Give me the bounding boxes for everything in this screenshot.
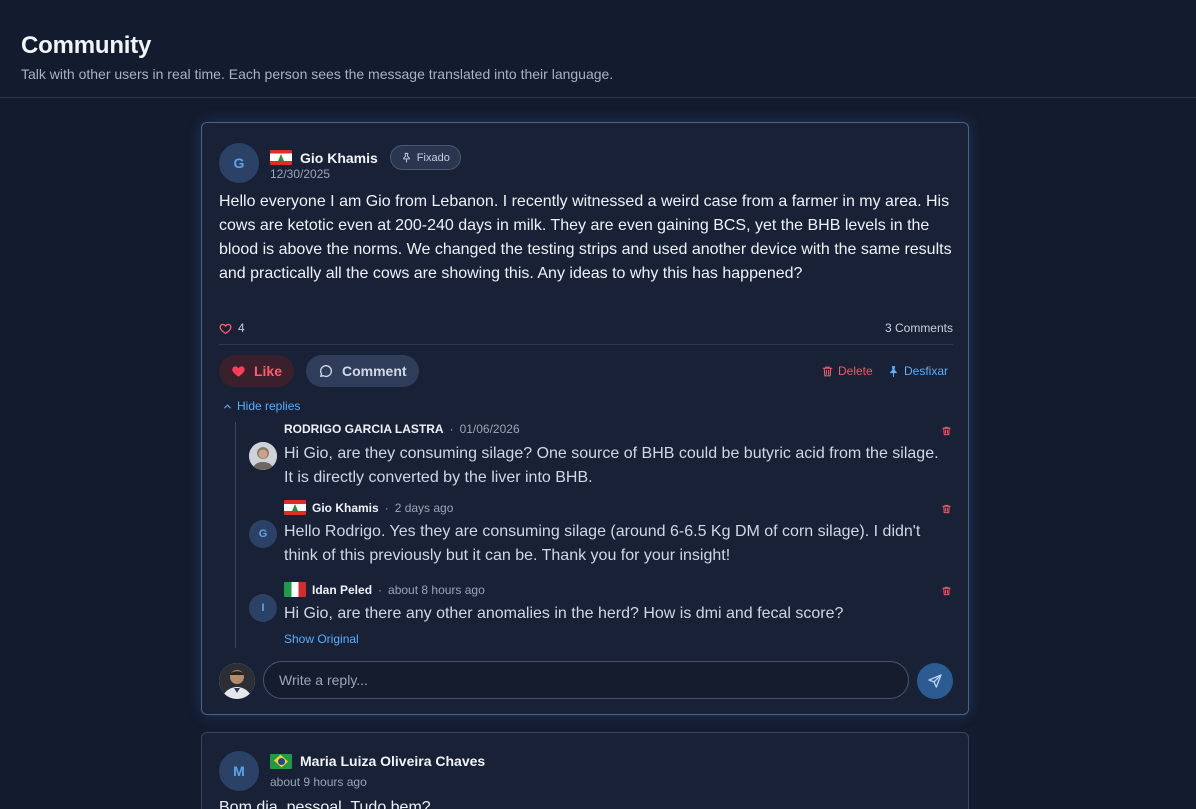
page-header: Community Talk with other users in real … [0, 0, 1196, 98]
post-stats: 4 3 Comments [219, 321, 953, 345]
user-photo-icon [249, 442, 277, 470]
likes-count: 4 [219, 321, 245, 335]
reply-author[interactable]: Gio Khamis [312, 501, 379, 515]
page-title: Community [21, 32, 152, 59]
pinned-badge-label: Fixado [416, 151, 450, 164]
hide-replies-label: Hide replies [237, 399, 301, 413]
post-time: about 9 hours ago [270, 775, 367, 789]
show-original-link[interactable]: Show Original [284, 632, 359, 646]
reply-text: Hello Rodrigo. Yes they are consuming si… [284, 523, 921, 564]
separator-dot: · [378, 582, 383, 597]
delete-reply-button[interactable] [941, 502, 952, 520]
separator-dot: · [449, 422, 454, 436]
reply-input[interactable] [263, 661, 909, 699]
post-body: Bom dia, pessoal. Tudo bem? [219, 799, 431, 809]
reply-avatar-photo[interactable] [249, 442, 277, 470]
lebanon-flag-icon [270, 150, 292, 165]
reply-text: Hi Gio, are they consuming silage? One s… [284, 445, 939, 486]
like-button-label: Like [253, 363, 282, 379]
current-user-avatar[interactable] [219, 663, 255, 699]
post-actions: Like Comment Delete Desfixar [219, 355, 953, 387]
reply-time: 2 days ago [394, 500, 454, 515]
italy-flag-icon [284, 582, 306, 597]
send-icon [928, 674, 942, 688]
reply-author[interactable]: RODRIGO GARCIA LASTRA [284, 422, 444, 436]
reply-text: Hi Gio, are there any other anomalies in… [284, 605, 844, 622]
reply-item: G Gio Khamis · 2 days ago Hello Rodrigo.… [236, 500, 956, 564]
delete-post-label: Delete [838, 364, 873, 378]
trash-icon [822, 366, 833, 376]
reply-item: RODRIGO GARCIA LASTRA · 01/06/2026 Hi Gi… [236, 422, 956, 486]
pin-icon [890, 365, 897, 377]
author-avatar[interactable]: G [219, 143, 259, 183]
post-date: 12/30/2025 [270, 167, 331, 181]
post-card: M Maria Luiza Oliveira Chaves about 9 ho… [201, 732, 969, 809]
trash-icon [942, 586, 951, 596]
reply-avatar[interactable]: I [249, 594, 277, 622]
delete-reply-button[interactable] [941, 424, 952, 442]
pinned-badge: Fixado [389, 145, 461, 170]
reply-avatar[interactable]: G [249, 520, 277, 548]
separator-dot: · [384, 500, 389, 515]
post-header: M Maria Luiza Oliveira Chaves about 9 ho… [219, 751, 939, 791]
author-name[interactable]: Gio Khamis [300, 150, 378, 166]
replies-thread: RODRIGO GARCIA LASTRA · 01/06/2026 Hi Gi… [235, 422, 955, 648]
chevron-up-icon [224, 403, 231, 408]
like-button[interactable]: Like [219, 355, 294, 387]
user-photo-icon [219, 663, 255, 699]
comment-button-label: Comment [342, 363, 407, 379]
post-header: G Gio Khamis Fixado 12/30/2025 [219, 143, 939, 183]
brazil-flag-icon [270, 753, 292, 769]
unpin-button[interactable]: Desfixar [887, 364, 948, 378]
author-avatar[interactable]: M [219, 751, 259, 791]
comments-count[interactable]: 3 Comments [885, 321, 953, 335]
author-name[interactable]: Maria Luiza Oliveira Chaves [300, 753, 485, 769]
post-body: Hello everyone I am Gio from Lebanon. I … [219, 193, 952, 282]
reply-time: about 8 hours ago [388, 582, 485, 597]
heart-icon [232, 366, 245, 377]
unpin-label: Desfixar [904, 364, 949, 378]
pinned-post-card: G Gio Khamis Fixado 12/30/2025 Hello eve… [201, 122, 969, 715]
reply-composer [219, 661, 954, 699]
delete-reply-button[interactable] [941, 584, 952, 602]
page-subtitle: Talk with other users in real time. Each… [21, 66, 614, 82]
likes-count-value: 4 [238, 321, 245, 335]
hide-replies-toggle[interactable]: Hide replies [222, 399, 300, 413]
send-reply-button[interactable] [917, 663, 953, 699]
speech-bubble-icon [320, 365, 333, 378]
reply-author[interactable]: Idan Peled [312, 583, 372, 597]
trash-icon [942, 426, 951, 436]
delete-post-button[interactable]: Delete [821, 364, 873, 378]
comment-button[interactable]: Comment [306, 355, 419, 387]
trash-icon [942, 504, 951, 514]
reply-time: 01/06/2026 [459, 422, 520, 436]
pin-icon [403, 152, 410, 163]
heart-outline-icon [219, 323, 232, 334]
lebanon-flag-icon [284, 500, 306, 515]
